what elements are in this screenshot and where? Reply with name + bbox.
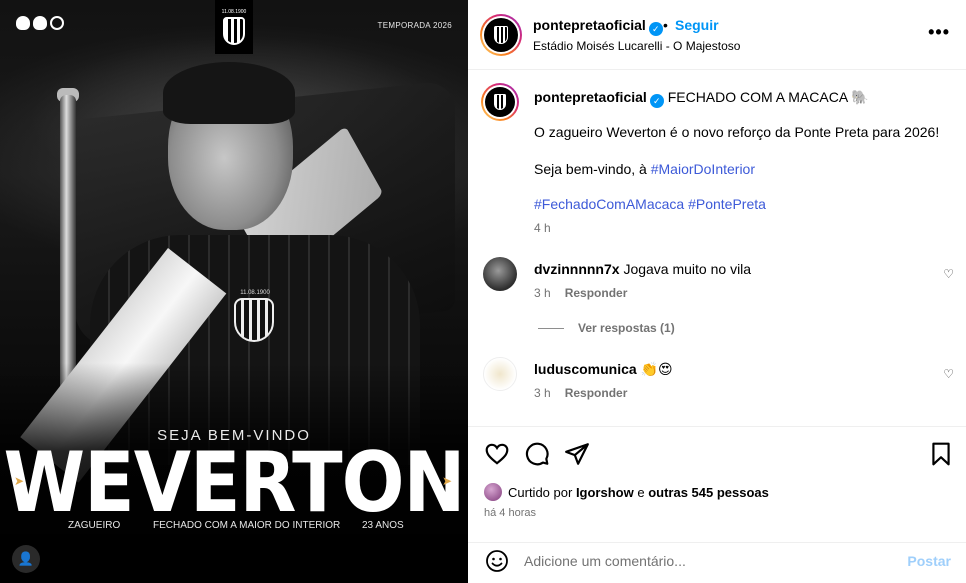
view-replies-label[interactable]: Ver respostas (1) [578, 321, 675, 335]
badge-date: 11.08.1900 [221, 9, 247, 15]
comment-time: 3 h [534, 386, 551, 400]
comment-icon[interactable] [524, 441, 550, 467]
arrow-right-icon: ➤ [442, 474, 453, 488]
season-label: TEMPORADA 2026 [377, 21, 452, 30]
club-mini-logo-icon [16, 16, 30, 30]
caption-line-2: Seja bem-vindo, à #MaiorDoInterior [534, 161, 755, 177]
flag-pole [60, 95, 76, 395]
sponsor-logos [16, 16, 64, 30]
comment-username[interactable]: dvzinnnnn7x [534, 261, 620, 277]
comment-time: 3 h [534, 286, 551, 300]
club-shield-icon [493, 94, 507, 110]
pp-monogram-icon [50, 16, 64, 30]
caption-title: FECHADO COM A MACACA 🐘 [667, 89, 869, 105]
comment-text: dvzinnnnn7x Jogava muito no vila [534, 261, 751, 277]
liked-user[interactable]: Igorshow [576, 485, 634, 500]
verified-badge-icon: ✓ [649, 94, 664, 108]
reply-button[interactable]: Responder [565, 386, 628, 400]
comment-input[interactable] [524, 550, 894, 572]
jersey-crest [234, 298, 274, 342]
location-link[interactable]: Estádio Moisés Lucarelli - O Majestoso [533, 39, 740, 53]
hashtag-link[interactable]: #PontePreta [688, 196, 766, 212]
add-comment-bar: Postar [468, 542, 966, 583]
action-bar: Curtido por Igorshow e outras 545 pessoa… [468, 426, 966, 542]
follow-button[interactable]: Seguir [675, 17, 719, 33]
comment-text: luduscomunica 👏😍 [534, 361, 673, 378]
user-icon: 👤 [17, 551, 35, 566]
arrow-left-icon: ➤ [14, 474, 25, 488]
post-media[interactable]: 11.08.1900 11.08.1900 TEMPORADA 2026 SEJ… [0, 0, 468, 583]
post-panel: pontepretaoficial ✓ • Seguir Estádio Mois… [468, 0, 966, 583]
tagged-users-button[interactable]: 👤 [12, 545, 40, 573]
share-icon[interactable] [564, 441, 590, 467]
hashtag-link[interactable]: #MaiorDoInterior [651, 161, 755, 177]
liked-count[interactable]: outras 545 pessoas [648, 485, 769, 500]
heart-icon[interactable]: ♡ [943, 267, 954, 281]
avatar[interactable] [480, 14, 522, 56]
comments-area[interactable]: pontepretaoficial ✓ FECHADO COM A MACACA … [468, 71, 966, 426]
liked-middle: e [637, 484, 645, 500]
player-age: 23 ANOS [362, 520, 404, 531]
like-heart-icon[interactable] [484, 441, 510, 467]
avatar[interactable] [481, 83, 519, 121]
emoji-icon[interactable] [485, 549, 509, 573]
player-name: WEVERTON [3, 434, 466, 531]
caption-header: pontepretaoficial ✓ FECHADO COM A MACACA … [534, 89, 869, 108]
separator-dot: • [663, 17, 668, 33]
comment-meta: 3 h Responder [534, 386, 627, 400]
player-tagline: FECHADO COM A MAIOR DO INTERIOR [153, 520, 341, 531]
bookmark-icon[interactable] [928, 441, 954, 467]
post-button[interactable]: Postar [907, 553, 951, 569]
player-hair [163, 62, 295, 124]
verified-badge-icon: ✓ [648, 22, 663, 36]
club-shield-icon [223, 17, 245, 45]
more-horizontal-icon[interactable]: ••• [928, 22, 950, 43]
club-shield-icon [493, 26, 509, 44]
jersey-crest-date: 11.08.1900 [240, 290, 270, 296]
comment-body: Jogava muito no vila [623, 261, 752, 277]
caption-time: 4 h [534, 221, 551, 235]
player-position: ZAGUEIRO [68, 520, 121, 531]
heart-icon[interactable]: ♡ [943, 367, 954, 381]
avatar [484, 483, 502, 501]
club-mini-logo-icon [33, 16, 47, 30]
comment-username[interactable]: luduscomunica [534, 361, 637, 377]
caption-line-1: O zagueiro Weverton é o novo reforço da … [534, 124, 940, 140]
likes-summary[interactable]: Curtido por Igorshow e outras 545 pessoa… [484, 483, 769, 501]
caption-username[interactable]: pontepretaoficial [534, 89, 647, 105]
hashtag-link[interactable]: #FechadoComAMacaca [534, 196, 684, 212]
view-replies-button[interactable]: Ver respostas (1) [538, 321, 675, 335]
avatar[interactable] [483, 357, 517, 391]
caption-line-2-text: Seja bem-vindo, à [534, 161, 651, 177]
caption-hashtags: #FechadoComAMacaca #PontePreta [534, 196, 766, 212]
avatar[interactable] [483, 257, 517, 291]
comment-body: 👏😍 [640, 361, 673, 377]
club-badge: 11.08.1900 [215, 0, 253, 54]
reply-button[interactable]: Responder [565, 286, 628, 300]
comment-meta: 3 h Responder [534, 286, 627, 300]
divider [538, 328, 564, 330]
header-username-text[interactable]: pontepretaoficial [533, 17, 646, 33]
post-timestamp[interactable]: há 4 horas [484, 507, 536, 519]
post-header: pontepretaoficial ✓ • Seguir Estádio Mois… [468, 0, 966, 70]
header-username[interactable]: pontepretaoficial ✓ [533, 17, 663, 36]
liked-prefix: Curtido por [508, 484, 573, 500]
